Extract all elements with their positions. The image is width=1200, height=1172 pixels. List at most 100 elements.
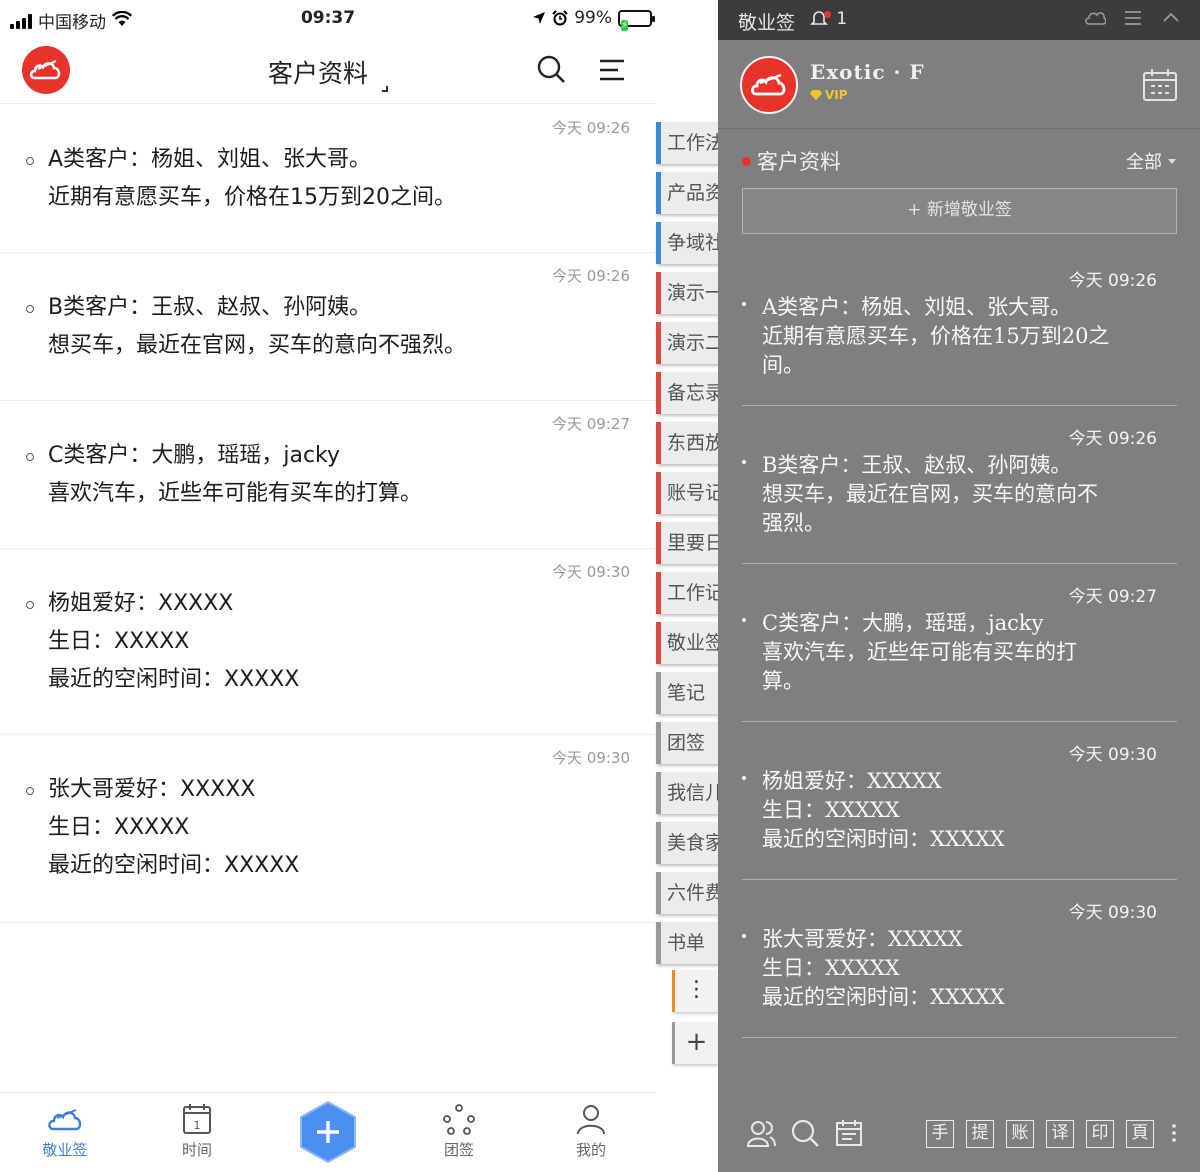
menu-icon[interactable]: [1122, 6, 1144, 30]
extract-button[interactable]: 提: [966, 1120, 994, 1148]
calendar-icon[interactable]: [1142, 68, 1178, 102]
side-tab[interactable]: 团签: [656, 722, 718, 764]
cloud-logo-icon: [750, 73, 786, 96]
note-timestamp: 今天 09:26: [552, 119, 630, 137]
side-tab[interactable]: 六件费: [656, 872, 718, 914]
account-button[interactable]: 账: [1006, 1120, 1034, 1148]
category-side-tabs: 工作法产品资争域社演示一演示二备忘录东西放账号记里要日工作记敬业签笔记团签我信儿…: [656, 122, 718, 972]
note-line: B类客户：王叔、赵叔、孙阿姨。: [48, 295, 372, 320]
tab-time[interactable]: 1 时间: [152, 1103, 242, 1160]
bullet-icon: [742, 302, 746, 306]
battery-percent: 99%: [574, 8, 612, 28]
team-icon: [443, 1104, 475, 1135]
tab-jingyeqian[interactable]: 敬业签: [20, 1103, 110, 1160]
note-item[interactable]: 今天 09:26 B类客户：王叔、赵叔、孙阿姨。 想买车，最近在官网，买车的意向不强…: [0, 253, 656, 401]
desktop-note-item[interactable]: 今天 09:26 B类客户：王叔、赵叔、孙阿姨。 想买车，最近在官网，买车的意向不强…: [742, 406, 1177, 564]
bullet-icon: [26, 787, 34, 795]
note-line: 最近的空闲时间：XXXXX: [762, 827, 1005, 851]
diamond-icon: [810, 90, 822, 100]
cloud-icon: [48, 1109, 82, 1131]
tab-label: 我的: [575, 1141, 606, 1159]
side-tab[interactable]: 演示二: [656, 322, 718, 364]
note-item[interactable]: 今天 09:30 张大哥爱好：XXXXX 生日：XXXXX 最近的空闲时间：XXXXX: [0, 735, 656, 923]
note-line: B类客户：王叔、赵叔、孙阿姨。: [762, 453, 1072, 477]
side-tab[interactable]: 账号记: [656, 472, 718, 514]
category-title-label: 客户资料: [757, 150, 841, 174]
side-tab[interactable]: 东西放: [656, 422, 718, 464]
desktop-note-item[interactable]: 今天 09:27 C类客户：大鹏，瑶瑶，jacky 喜欢汽车，近些年可能有买车的打算…: [742, 564, 1177, 722]
bullet-icon: [26, 305, 34, 313]
alarm-icon: [552, 10, 568, 26]
note-line: 最近的空闲时间：XXXXX: [48, 853, 300, 878]
notification-bell[interactable]: 1: [810, 9, 847, 29]
page-button[interactable]: 頁: [1126, 1120, 1154, 1148]
filter-dropdown[interactable]: 全部: [1126, 148, 1176, 174]
side-tab[interactable]: 备忘录: [656, 372, 718, 414]
vip-badge-label: VIP: [825, 88, 848, 102]
note-timestamp: 今天 09:30: [552, 563, 630, 581]
notification-count: 1: [836, 9, 848, 29]
bullet-icon: [26, 601, 34, 609]
category-dot: [742, 157, 751, 166]
bullet-icon: [742, 934, 746, 938]
print-button[interactable]: 印: [1086, 1120, 1114, 1148]
handwrite-button[interactable]: 手: [926, 1120, 954, 1148]
new-note-button[interactable]: + 新增敬业签: [742, 188, 1177, 234]
note-timestamp: 今天 09:30: [552, 749, 630, 767]
desktop-note-item[interactable]: 今天 09:30 张大哥爱好：XXXXX 生日：XXXXX 最近的空闲时间：XXXXX: [742, 880, 1177, 1038]
note-item[interactable]: 今天 09:26 A类客户：杨姐、刘姐、张大哥。 近期有意愿买车，价格在15万到20…: [0, 105, 656, 253]
more-tabs-button[interactable]: ⋮: [672, 970, 718, 1012]
vip-badge: VIP: [810, 88, 848, 102]
note-line: A类客户：杨姐、刘姐、张大哥。: [48, 147, 372, 172]
translate-button[interactable]: 译: [1046, 1120, 1074, 1148]
side-tab[interactable]: 工作记: [656, 572, 718, 614]
notes-icon[interactable]: [834, 1118, 864, 1148]
search-icon[interactable]: [536, 54, 566, 84]
note-line: 算。: [762, 669, 804, 693]
tab-mine[interactable]: 我的: [546, 1103, 636, 1160]
note-line: 喜欢汽车，近些年可能有买车的打: [762, 640, 1077, 664]
note-line: 杨姐爱好：XXXXX: [48, 591, 234, 616]
desktop-note-item[interactable]: 今天 09:26 A类客户：杨姐、刘姐、张大哥。 近期有意愿买车，价格在15万到20…: [742, 248, 1177, 406]
collapse-up-icon[interactable]: [1160, 6, 1182, 30]
add-note-fab[interactable]: [298, 1101, 358, 1163]
add-category-button[interactable]: +: [672, 1022, 718, 1064]
widget-bottom-toolbar: 手 提 账 译 印 頁: [718, 1106, 1200, 1172]
bullet-icon: [742, 776, 746, 780]
bullet-icon: [26, 157, 34, 165]
side-tab[interactable]: 笔记: [656, 672, 718, 714]
side-tab[interactable]: 书单: [656, 922, 718, 964]
side-tab[interactable]: 我信儿: [656, 772, 718, 814]
menu-icon[interactable]: [598, 56, 626, 84]
tab-team[interactable]: 团签: [414, 1103, 504, 1160]
note-timestamp: 今天 09:26: [1068, 429, 1157, 449]
category-title[interactable]: 客户资料: [742, 146, 841, 176]
search-icon[interactable]: [790, 1118, 820, 1148]
note-item[interactable]: 今天 09:30 杨姐爱好：XXXXX 生日：XXXXX 最近的空闲时间：XXXXX: [0, 549, 656, 735]
note-line: C类客户：大鹏，瑶瑶，jacky: [48, 443, 341, 468]
side-tab[interactable]: 演示一: [656, 272, 718, 314]
note-timestamp: 今天 09:26: [552, 267, 630, 285]
side-tab[interactable]: 工作法: [656, 122, 718, 164]
note-line: 间。: [762, 353, 804, 377]
side-tab[interactable]: 敬业签: [656, 622, 718, 664]
cloud-sync-icon[interactable]: [1084, 6, 1106, 30]
more-vertical-icon[interactable]: [1166, 1118, 1182, 1148]
side-tab[interactable]: 美食家: [656, 822, 718, 864]
note-line: 生日：XXXXX: [48, 629, 190, 654]
side-tab[interactable]: 争域社: [656, 222, 718, 264]
desktop-note-item[interactable]: 今天 09:30 杨姐爱好：XXXXX 生日：XXXXX 最近的空闲时间：XXXXX: [742, 722, 1177, 880]
side-tab[interactable]: 里要日: [656, 522, 718, 564]
note-item[interactable]: 今天 09:27 C类客户：大鹏，瑶瑶，jacky 喜欢汽车，近些年可能有买车的打算…: [0, 401, 656, 549]
battery-icon: ⚡: [618, 9, 655, 31]
contacts-icon[interactable]: [746, 1118, 776, 1148]
avatar[interactable]: [740, 56, 798, 114]
widget-title-bar: 敬业签 1: [718, 0, 1200, 40]
tab-label: 时间: [181, 1141, 212, 1159]
calendar-icon: 1: [183, 1104, 211, 1134]
note-line: 生日：XXXXX: [762, 798, 900, 822]
tab-label: 团签: [443, 1141, 474, 1159]
side-tab[interactable]: 产品资: [656, 172, 718, 214]
note-line: 强烈。: [762, 511, 825, 535]
desktop-widget: 敬业签 1 Exotic · F VIP 客户资料 全部 + 新增敬业签 今天 …: [718, 0, 1200, 1172]
